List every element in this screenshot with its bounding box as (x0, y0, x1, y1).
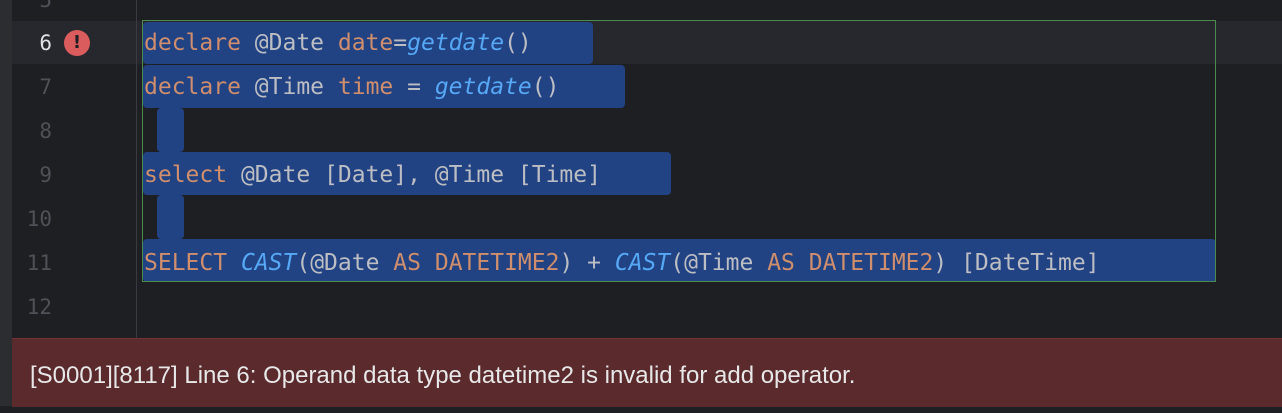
line-number: 5 (39, 0, 52, 12)
code-line-9[interactable]: select @Date [Date], @Time [Time] (144, 153, 601, 197)
error-icon[interactable]: ! (64, 30, 90, 56)
line-number: 12 (26, 295, 52, 319)
code-text: (@Date (296, 250, 394, 276)
function-name: CAST (614, 250, 671, 276)
line-number: 7 (39, 75, 52, 99)
keyword: declare (144, 30, 241, 56)
line-number-current: 6 (39, 31, 52, 55)
code-line-7[interactable]: declare @Time time = getdate() (144, 65, 559, 109)
function-name: getdate (434, 74, 532, 100)
code-line-6[interactable]: declare @Date date=getdate() (144, 21, 532, 65)
keyword: date (337, 30, 394, 56)
operator: = (393, 74, 435, 100)
keyword: select (144, 162, 228, 188)
code-text: () (531, 74, 560, 100)
line-number: 9 (39, 163, 52, 187)
function-name: CAST (240, 250, 297, 276)
variable: @Date (240, 30, 338, 56)
code-text: (@Time (670, 250, 768, 276)
code-text: ) + (559, 250, 615, 276)
editor-left-edge (0, 0, 12, 406)
code-text: @Date [Date], @Time [Time] (227, 162, 601, 188)
line-number: 8 (39, 119, 52, 143)
keyword: DATETIME2 (808, 250, 934, 276)
code-text: ) [DateTime] (933, 250, 1100, 276)
variable: @Time (240, 74, 338, 100)
line-number: 10 (26, 207, 52, 231)
keyword: SELECT (144, 250, 228, 276)
gutter-divider (136, 0, 137, 338)
error-message-bar: [S0001][8117] Line 6: Operand data type … (12, 338, 1282, 407)
keyword: DATETIME2 (434, 250, 560, 276)
code-line-11[interactable]: SELECT CAST(@Date AS DATETIME2) + CAST(@… (144, 241, 1100, 285)
keyword: AS (393, 250, 421, 276)
line-number: 11 (26, 251, 52, 275)
keyword: AS (767, 250, 795, 276)
error-message-text: [S0001][8117] Line 6: Operand data type … (30, 362, 856, 389)
keyword: declare (144, 74, 241, 100)
operator: = (393, 30, 408, 56)
function-name: getdate (407, 30, 505, 56)
keyword: time (337, 74, 394, 100)
code-text: () (504, 30, 532, 56)
